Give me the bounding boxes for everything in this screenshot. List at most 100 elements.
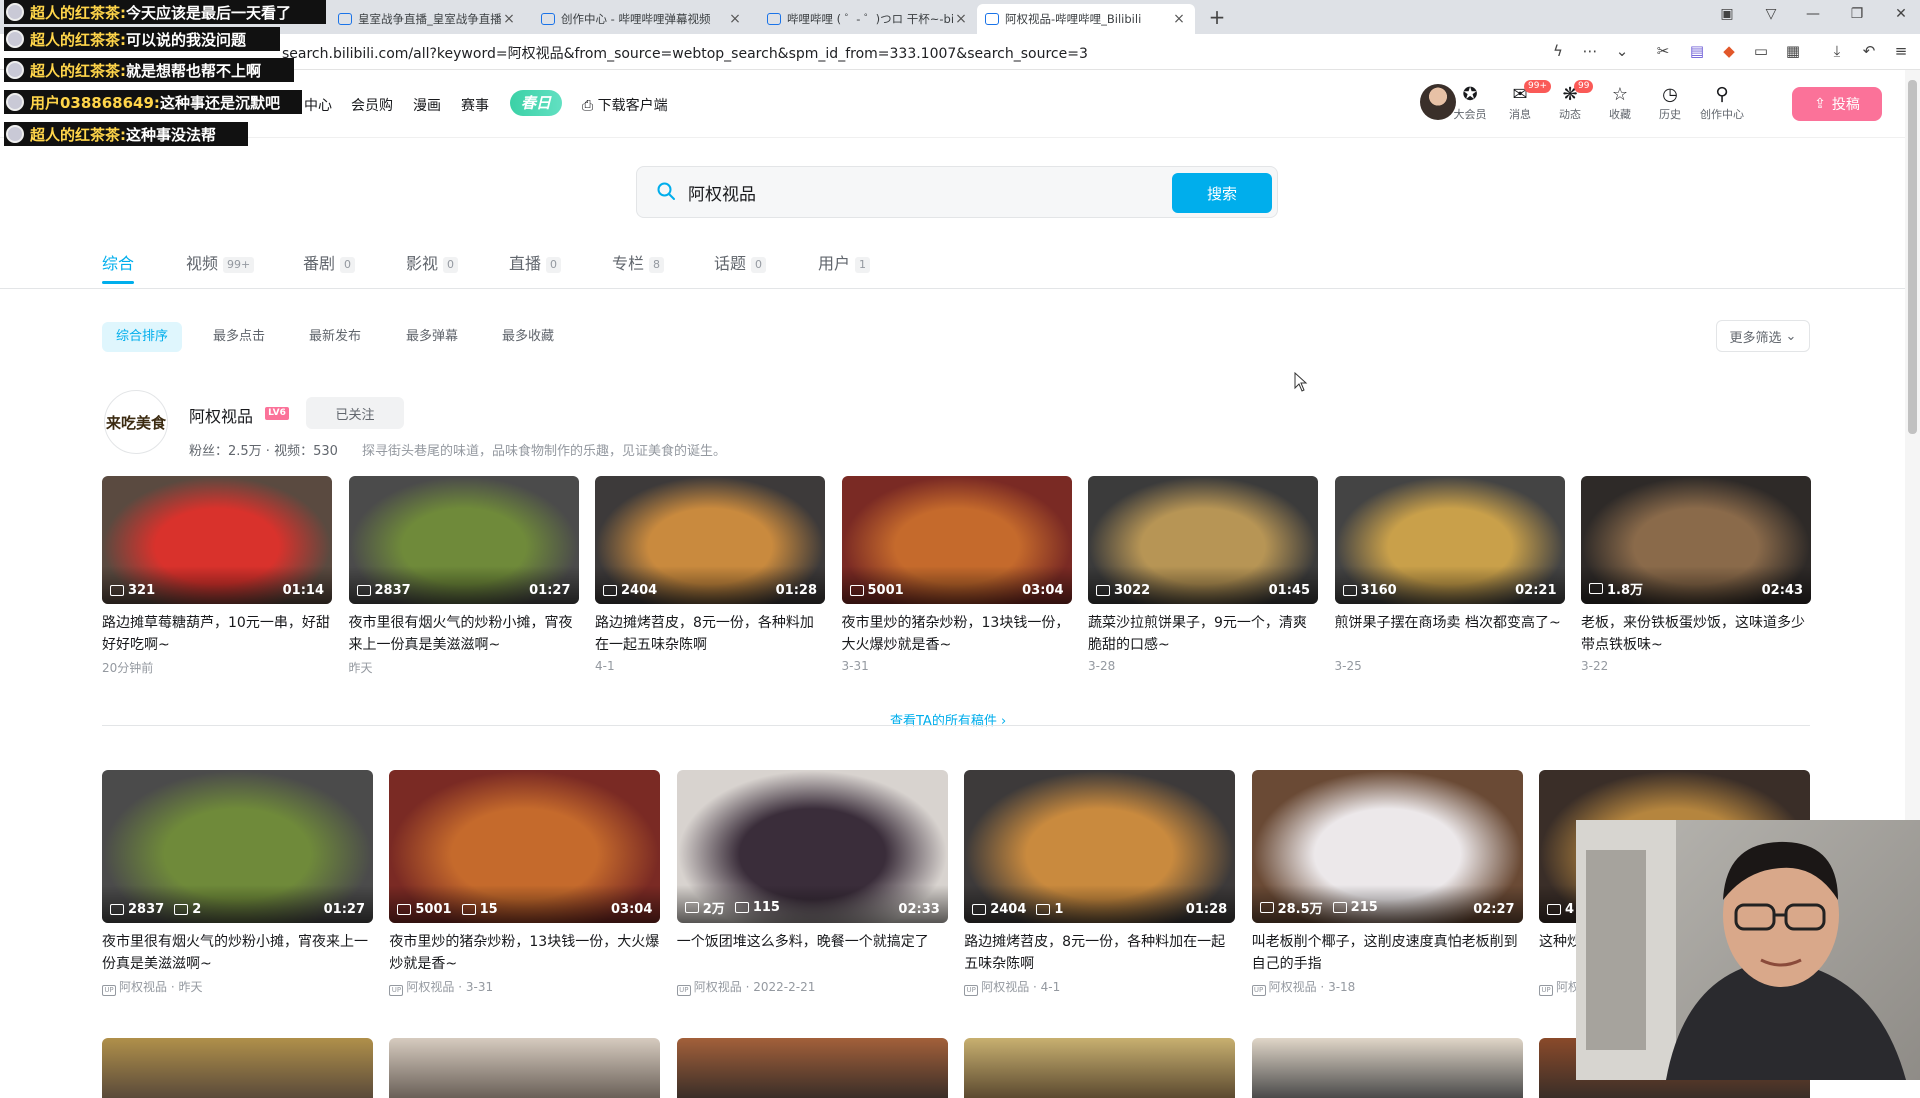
browser-tab[interactable]: 哔哩哔哩 ( ゜- ゜)つロ 干杯~-bili ×	[759, 4, 977, 34]
header-icon-5[interactable]: ⚲ 创作中心	[1698, 84, 1746, 122]
sort-option[interactable]: 最新发布	[295, 322, 375, 352]
header-icon-3[interactable]: ☆ 收藏	[1596, 84, 1644, 122]
menu-icon[interactable]: ≡	[1891, 42, 1911, 60]
restore-icon[interactable]: ❐	[1845, 6, 1869, 22]
close-window-icon[interactable]: ✕	[1889, 6, 1913, 22]
video-thumbnail[interactable]	[389, 1038, 661, 1098]
video-thumbnail[interactable]: 2404 1 01:28	[964, 770, 1236, 923]
video-thumbnail[interactable]: 2837 01:27	[348, 476, 579, 604]
video-card[interactable]: 5001 15 03:04 夜市里炒的猪杂炒粉，13块钱一份，大火爆炒就是香~ UP 阿权…	[389, 770, 661, 996]
video-thumbnail[interactable]: 3160 02:21	[1334, 476, 1565, 604]
upload-button[interactable]: ⇪ 投稿	[1792, 87, 1882, 121]
see-all-videos-link[interactable]: 查看TA的所有稿件 ›	[890, 710, 1006, 729]
browser-tab[interactable]: 创作中心 - 哔哩哔哩弹幕视频 ×	[533, 4, 751, 34]
user-name[interactable]: 阿权视品	[189, 403, 253, 427]
tab-3[interactable]: 影视 0	[406, 250, 459, 274]
video-card[interactable]: 2404 01:28 路边摊烤苕皮，8元一份，各种料加在一起五味杂陈啊 4-1	[595, 476, 825, 673]
tab-5[interactable]: 专栏 8	[612, 250, 665, 274]
sort-option[interactable]: 最多点击	[199, 322, 279, 352]
search-input[interactable]	[686, 176, 1156, 208]
url-text[interactable]: search.bilibili.com/all?keyword=阿权视品&fro…	[282, 43, 1088, 63]
header-icon-0[interactable]: ✪ 大会员	[1446, 84, 1494, 122]
minimize-icon[interactable]: —	[1801, 6, 1825, 22]
new-tab-button[interactable]: +	[1205, 5, 1229, 29]
chevron-down-icon[interactable]: ⌄	[1612, 42, 1632, 60]
video-title[interactable]: 夜市里很有烟火气的炒粉小摊，宵夜来上一份真是美滋滋啊~	[102, 931, 373, 975]
video-thumbnail[interactable]	[102, 1038, 373, 1098]
pin-icon[interactable]: ▽	[1759, 6, 1783, 22]
video-thumbnail[interactable]: 3022 01:45	[1088, 476, 1318, 604]
video-thumbnail[interactable]	[964, 1038, 1236, 1098]
nav-item-esports[interactable]: 赛事	[461, 95, 489, 115]
video-thumbnail[interactable]: 28.5万 215 02:27	[1251, 770, 1523, 923]
sort-option[interactable]: 综合排序	[102, 322, 183, 352]
video-author[interactable]: 阿权视品	[119, 980, 167, 994]
video-title[interactable]: 老板，来份铁板蛋炒饭，这味道多少带点铁板味~	[1581, 612, 1811, 656]
video-author[interactable]: 阿权视品	[694, 980, 742, 994]
extension-icon[interactable]: ▤	[1687, 42, 1707, 60]
video-card[interactable]: 3160 02:21 煎饼果子摆在商场卖 档次都变高了~ 3-25	[1334, 476, 1565, 673]
sort-option[interactable]: 最多弹幕	[392, 322, 472, 352]
video-thumbnail[interactable]: 1.8万 02:43	[1581, 476, 1811, 604]
video-author[interactable]: 阿权视品	[981, 980, 1029, 994]
close-tab-icon[interactable]: ×	[727, 11, 743, 27]
browser-tab[interactable]: 皇室战争直播_皇室战争直播视 ×	[330, 4, 525, 34]
nav-item-manga[interactable]: 漫画	[413, 95, 441, 115]
video-author[interactable]: 阿权视品	[406, 980, 454, 994]
video-card[interactable]: 2404 1 01:28 路边摊烤苕皮，8元一份，各种料加在一起五味杂陈啊 UP 阿权视品…	[964, 770, 1236, 996]
video-title[interactable]: 路边摊烤苕皮，8元一份，各种料加在一起五味杂陈啊	[964, 931, 1235, 975]
extension-fox-icon[interactable]: ◆	[1719, 42, 1739, 60]
close-tab-icon[interactable]: ×	[1171, 11, 1187, 27]
tab-7[interactable]: 用户 1	[818, 250, 871, 274]
video-thumbnail[interactable]	[1251, 1038, 1523, 1098]
video-card[interactable]: 5001 03:04 夜市里炒的猪杂炒粉，13块钱一份，大火爆炒就是香~ 3-31	[841, 476, 1072, 673]
more-icon[interactable]: ⋯	[1580, 42, 1600, 60]
video-title[interactable]: 叫老板削个椰子，这削皮速度真怕老板削到自己的手指	[1252, 931, 1523, 975]
video-thumbnail[interactable]: 2837 2 01:27	[102, 770, 373, 923]
video-thumbnail[interactable]: 5001 15 03:04	[389, 770, 661, 923]
video-title[interactable]: 夜市里炒的猪杂炒粉，13块钱一份，大火爆炒就是香~	[389, 931, 660, 975]
header-icon-4[interactable]: ◷ 历史	[1646, 84, 1694, 122]
video-author[interactable]: 阿权视品	[1269, 980, 1317, 994]
browser-tab[interactable]: 阿权视品-哔哩哔哩_Bilibili ×	[977, 4, 1195, 34]
screen-icon[interactable]: ▭	[1751, 42, 1771, 60]
download-icon[interactable]: ⤓	[1827, 42, 1847, 60]
scissors-icon[interactable]: ✂	[1653, 42, 1673, 60]
video-card[interactable]: 2837 01:27 夜市里很有烟火气的炒粉小摊，宵夜来上一份真是美滋滋啊~ 昨天	[348, 476, 579, 676]
search-button[interactable]: 搜索	[1172, 173, 1272, 213]
video-title[interactable]: 一个饭团堆这么多料，晚餐一个就搞定了	[677, 931, 948, 975]
download-client-link[interactable]: ⎙ 下载客户端	[582, 95, 668, 115]
video-title[interactable]: 夜市里很有烟火气的炒粉小摊，宵夜来上一份真是美滋滋啊~	[349, 612, 579, 656]
scrollbar-thumb[interactable]	[1908, 80, 1917, 434]
video-title[interactable]: 蔬菜沙拉煎饼果子，9元一个，清爽脆甜的口感~	[1088, 612, 1318, 656]
video-title[interactable]: 夜市里炒的猪杂炒粉，13块钱一份，大火爆炒就是香~	[842, 612, 1072, 656]
nav-item-partial[interactable]: 中心	[304, 95, 332, 115]
undo-icon[interactable]: ↶	[1859, 42, 1879, 60]
user-avatar[interactable]: 来吃美食	[104, 390, 168, 454]
video-thumbnail[interactable]: 321 01:14	[102, 476, 332, 604]
video-card[interactable]: 321 01:14 路边摊草莓糖葫芦，10元一串，好甜好好吃啊~ 20分钟前	[102, 476, 332, 676]
video-thumbnail[interactable]: 2404 01:28	[595, 476, 825, 604]
sidebar-toggle-icon[interactable]: ▣	[1715, 6, 1739, 22]
video-thumbnail[interactable]	[676, 1038, 948, 1098]
video-title[interactable]: 路边摊烤苕皮，8元一份，各种料加在一起五味杂陈啊	[595, 612, 825, 656]
tab-6[interactable]: 话题 0	[714, 250, 767, 274]
video-card[interactable]: 2万 115 02:33 一个饭团堆这么多料，晚餐一个就搞定了 UP 阿权视品 · 202…	[676, 770, 948, 996]
tab-0[interactable]: 综合	[102, 250, 134, 274]
video-card[interactable]: 2837 2 01:27 夜市里很有烟火气的炒粉小摊，宵夜来上一份真是美滋滋啊~ UP 阿…	[102, 770, 373, 996]
nav-item-member-shop[interactable]: 会员购	[351, 95, 393, 115]
video-title[interactable]: 煎饼果子摆在商场卖 档次都变高了~	[1335, 612, 1565, 656]
close-tab-icon[interactable]: ×	[501, 11, 517, 27]
video-card[interactable]: 3022 01:45 蔬菜沙拉煎饼果子，9元一个，清爽脆甜的口感~ 3-28	[1088, 476, 1318, 673]
tab-4[interactable]: 直播 0	[509, 250, 562, 274]
spring-festival-logo[interactable]: 春日	[510, 90, 562, 116]
video-card[interactable]: 28.5万 215 02:27 叫老板削个椰子，这削皮速度真怕老板削到自己的手指 UP 阿…	[1251, 770, 1523, 996]
more-filter-button[interactable]: 更多筛选 ⌄	[1716, 320, 1810, 352]
sort-option[interactable]: 最多收藏	[488, 322, 568, 352]
apps-grid-icon[interactable]: ▦	[1783, 42, 1803, 60]
video-title[interactable]: 路边摊草莓糖葫芦，10元一串，好甜好好吃啊~	[102, 612, 332, 656]
video-thumbnail[interactable]: 2万 115 02:33	[676, 770, 948, 923]
follow-button[interactable]: 已关注	[306, 397, 404, 429]
tab-2[interactable]: 番剧 0	[303, 250, 356, 274]
video-card[interactable]: 1.8万 02:43 老板，来份铁板蛋炒饭，这味道多少带点铁板味~ 3-22	[1581, 476, 1811, 673]
